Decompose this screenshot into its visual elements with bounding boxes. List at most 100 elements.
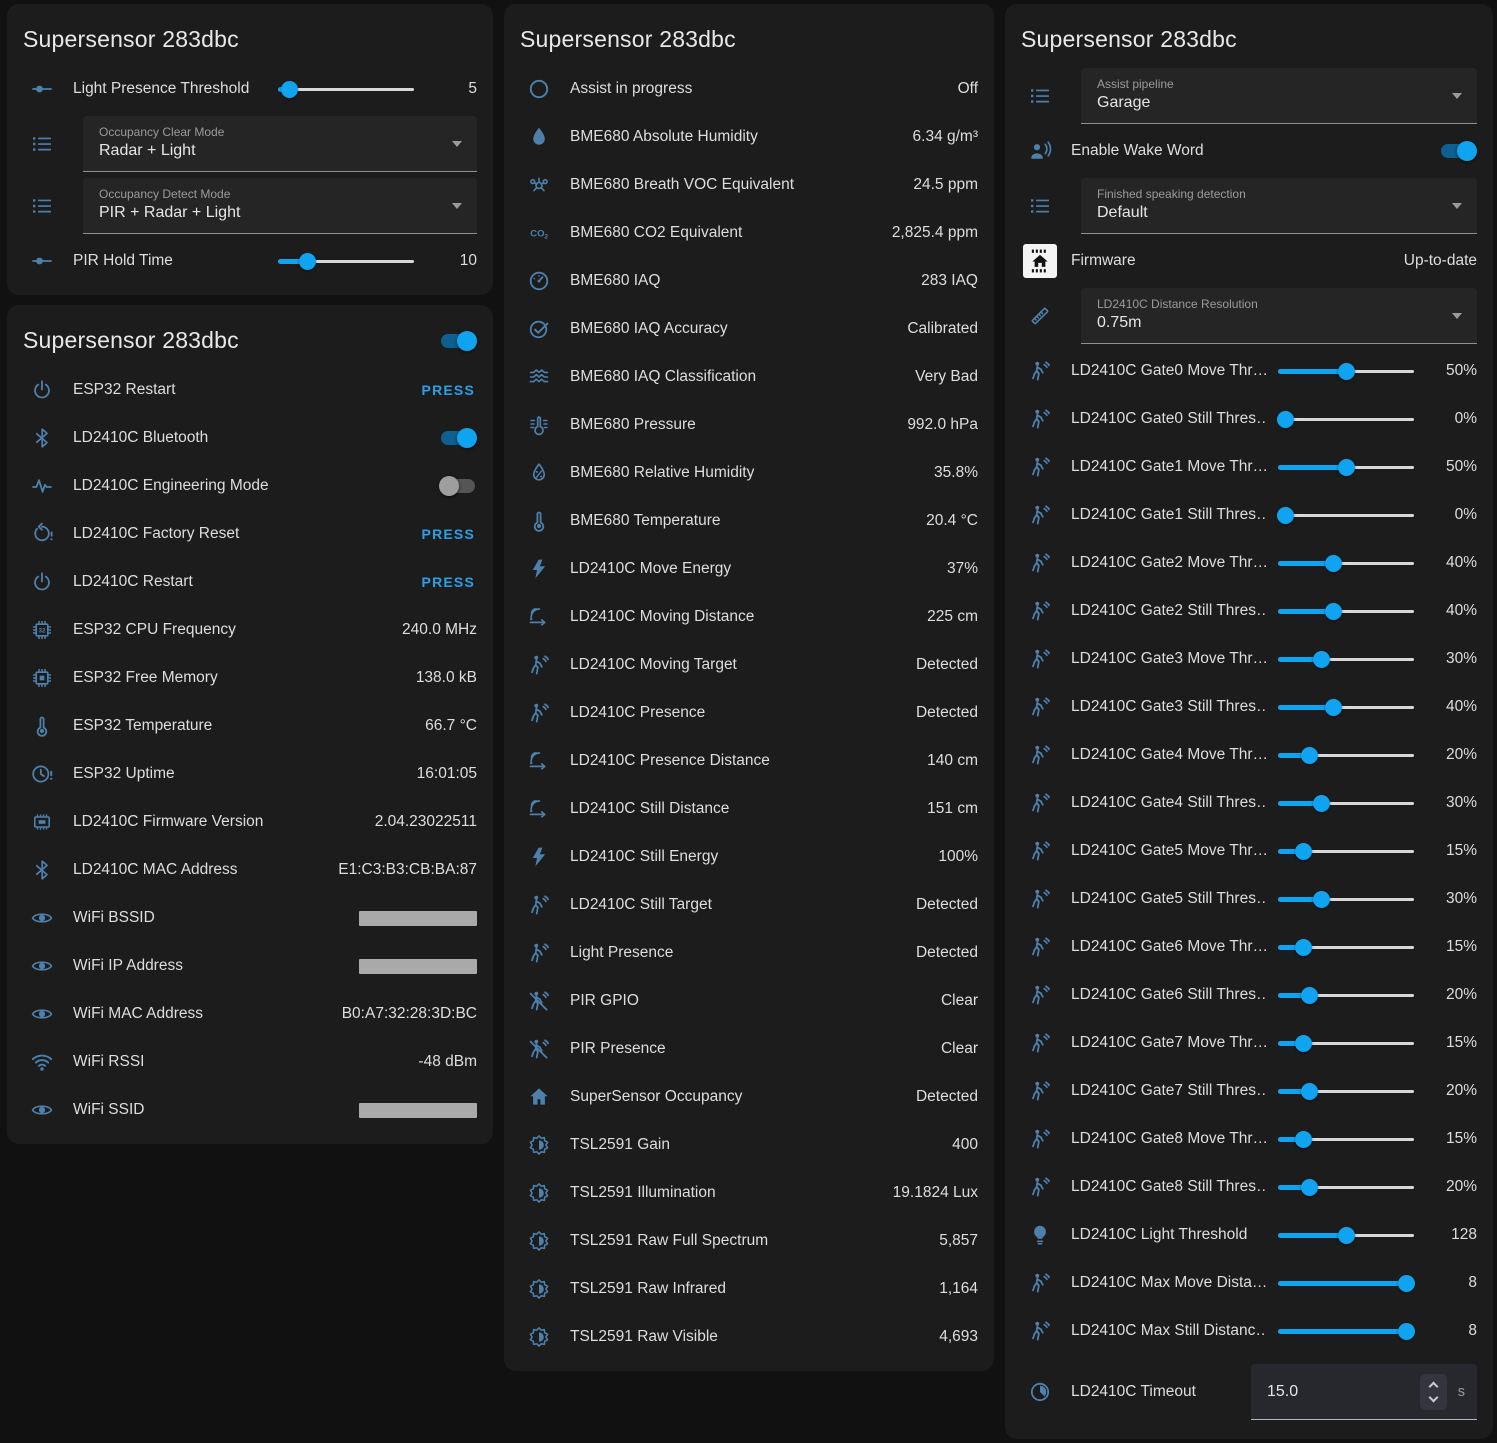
ld2410c-max-still-distanc-slider[interactable] — [1277, 1323, 1415, 1340]
ld2410c-gate7-move-thr-slider[interactable] — [1277, 1035, 1415, 1052]
ld2410c-gate4-still-thres-slider[interactable] — [1277, 795, 1415, 812]
ld2410c-gate3-move-thr-slider[interactable] — [1277, 651, 1415, 668]
row-ld2410c-moving-distance[interactable]: LD2410C Moving Distance225 cm — [504, 593, 994, 641]
row-ld2410c-still-target[interactable]: LD2410C Still TargetDetected — [504, 881, 994, 929]
slider-knob[interactable] — [1338, 1227, 1355, 1244]
row-ld2410c-gate4-move-thr[interactable]: LD2410C Gate4 Move Thr… 20% — [1005, 731, 1493, 779]
ld2410c-gate2-move-thr-slider[interactable] — [1277, 555, 1415, 572]
row-ld2410c-gate5-move-thr[interactable]: LD2410C Gate5 Move Thr… 15% — [1005, 827, 1493, 875]
ld2410c-bluetooth-toggle[interactable] — [439, 428, 477, 448]
ld2410c-gate5-still-thres-slider[interactable] — [1277, 891, 1415, 908]
row-ld2410c-gate8-move-thr[interactable]: LD2410C Gate8 Move Thr… 15% — [1005, 1115, 1493, 1163]
row-tsl2591-raw-visible[interactable]: TSL2591 Raw Visible4,693 — [504, 1313, 994, 1361]
esp32-restart-press-button[interactable]: PRESS — [420, 378, 477, 402]
row-bme680-absolute-humidity[interactable]: BME680 Absolute Humidity6.34 g/m³ — [504, 113, 994, 161]
row-ld2410c-gate2-move-thr[interactable]: LD2410C Gate2 Move Thr… 40% — [1005, 539, 1493, 587]
slider-knob[interactable] — [1313, 795, 1330, 812]
row-bme680-co2-equivalent[interactable]: CO2BME680 CO2 Equivalent2,825.4 ppm — [504, 209, 994, 257]
slider-knob[interactable] — [299, 253, 316, 270]
slider-knob[interactable] — [1277, 411, 1294, 428]
row-ld2410c-gate7-still-thres[interactable]: LD2410C Gate7 Still Thres… 20% — [1005, 1067, 1493, 1115]
ld2410c-light-threshold-slider[interactable] — [1277, 1227, 1415, 1244]
slider-knob[interactable] — [1398, 1323, 1415, 1340]
row-ld2410c-firmware-version[interactable]: LD2410C Firmware Version2.04.23022511 — [7, 798, 493, 846]
ld2410c-gate3-still-thres-slider[interactable] — [1277, 699, 1415, 716]
slider-knob[interactable] — [1295, 1131, 1312, 1148]
slider-knob[interactable] — [1338, 459, 1355, 476]
row-light-presence-threshold[interactable]: Light Presence Threshold 5 — [7, 65, 493, 113]
row-ld2410c-gate0-still-thres[interactable]: LD2410C Gate0 Still Thres… 0% — [1005, 395, 1493, 443]
row-ld2410c-factory-reset[interactable]: LD2410C Factory ResetPRESS — [7, 510, 493, 558]
ld2410c-restart-press-button[interactable]: PRESS — [420, 570, 477, 594]
row-ld2410c-gate0-move-thr[interactable]: LD2410C Gate0 Move Thr… 50% — [1005, 347, 1493, 395]
ld2410c-timeout-number-input[interactable]: 15.0 s — [1251, 1364, 1477, 1420]
row-ld2410c-presence-distance[interactable]: LD2410C Presence Distance140 cm — [504, 737, 994, 785]
ld2410c-gate6-move-thr-slider[interactable] — [1277, 939, 1415, 956]
row-esp32-uptime[interactable]: ESP32 Uptime16:01:05 — [7, 750, 493, 798]
pir-hold-time-slider[interactable] — [277, 253, 415, 270]
row-firmware[interactable]: FirmwareUp-to-date — [1005, 237, 1493, 285]
row-ld2410c-gate2-still-thres[interactable]: LD2410C Gate2 Still Thres… 40% — [1005, 587, 1493, 635]
ld2410c-factory-reset-press-button[interactable]: PRESS — [420, 522, 477, 546]
row-ld2410c-gate1-move-thr[interactable]: LD2410C Gate1 Move Thr… 50% — [1005, 443, 1493, 491]
ld2410c-max-move-dista-slider[interactable] — [1277, 1275, 1415, 1292]
row-tsl2591-raw-full-spectrum[interactable]: TSL2591 Raw Full Spectrum5,857 — [504, 1217, 994, 1265]
row-esp32-restart[interactable]: ESP32 RestartPRESS — [7, 366, 493, 414]
ld2410c-gate0-still-thres-slider[interactable] — [1277, 411, 1415, 428]
ld2410c-gate0-move-thr-slider[interactable] — [1277, 363, 1415, 380]
ld2410c-gate4-move-thr-slider[interactable] — [1277, 747, 1415, 764]
ld2410c-engineering-mode-toggle[interactable] — [439, 476, 477, 496]
slider-knob[interactable] — [1301, 1083, 1318, 1100]
row-bme680-breath-voc-equivalent[interactable]: BME680 Breath VOC Equivalent24.5 ppm — [504, 161, 994, 209]
slider-knob[interactable] — [1301, 987, 1318, 1004]
ld2410c-gate2-still-thres-slider[interactable] — [1277, 603, 1415, 620]
row-ld2410c-gate8-still-thres[interactable]: LD2410C Gate8 Still Thres… 20% — [1005, 1163, 1493, 1211]
row-tsl2591-illumination[interactable]: TSL2591 Illumination19.1824 Lux — [504, 1169, 994, 1217]
row-ld2410c-gate7-move-thr[interactable]: LD2410C Gate7 Move Thr… 15% — [1005, 1019, 1493, 1067]
row-ld2410c-gate3-move-thr[interactable]: LD2410C Gate3 Move Thr… 30% — [1005, 635, 1493, 683]
row-ld2410c-gate6-move-thr[interactable]: LD2410C Gate6 Move Thr… 15% — [1005, 923, 1493, 971]
slider-knob[interactable] — [1295, 843, 1312, 860]
occupancy-detect-mode-select[interactable]: Occupancy Detect Mode PIR + Radar + Ligh… — [83, 178, 477, 234]
slider-knob[interactable] — [1295, 1035, 1312, 1052]
row-bme680-iaq-classification[interactable]: BME680 IAQ ClassificationVery Bad — [504, 353, 994, 401]
ld2410c-gate1-move-thr-slider[interactable] — [1277, 459, 1415, 476]
ld2410c-gate1-still-thres-slider[interactable] — [1277, 507, 1415, 524]
row-wifi-mac-address[interactable]: WiFi MAC AddressB0:A7:32:28:3D:BC — [7, 990, 493, 1038]
slider-knob[interactable] — [1301, 747, 1318, 764]
row-wifi-ip-address[interactable]: WiFi IP Address — [7, 942, 493, 990]
row-bme680-temperature[interactable]: BME680 Temperature20.4 °C — [504, 497, 994, 545]
slider-knob[interactable] — [1398, 1275, 1415, 1292]
row-tsl2591-gain[interactable]: TSL2591 Gain400 — [504, 1121, 994, 1169]
row-ld2410c-max-still-distanc[interactable]: LD2410C Max Still Distanc… 8 — [1005, 1307, 1493, 1355]
row-ld2410c-still-energy[interactable]: LD2410C Still Energy100% — [504, 833, 994, 881]
row-ld2410c-moving-target[interactable]: LD2410C Moving TargetDetected — [504, 641, 994, 689]
stepper-control[interactable] — [1420, 1374, 1447, 1410]
ld2410c-gate8-move-thr-slider[interactable] — [1277, 1131, 1415, 1148]
slider-knob[interactable] — [1325, 555, 1342, 572]
row-esp32-free-memory[interactable]: ESP32 Free Memory138.0 kB — [7, 654, 493, 702]
row-esp32-temperature[interactable]: ESP32 Temperature66.7 °C — [7, 702, 493, 750]
number-value[interactable]: 15.0 — [1267, 1383, 1420, 1401]
row-ld2410c-mac-address[interactable]: LD2410C MAC AddressE1:C3:B3:CB:BA:87 — [7, 846, 493, 894]
row-ld2410c-light-threshold[interactable]: LD2410C Light Threshold 128 — [1005, 1211, 1493, 1259]
light-presence-threshold-slider[interactable] — [277, 81, 415, 98]
row-supersensor-occupancy[interactable]: SuperSensor OccupancyDetected — [504, 1073, 994, 1121]
row-ld2410c-restart[interactable]: LD2410C RestartPRESS — [7, 558, 493, 606]
row-ld2410c-gate6-still-thres[interactable]: LD2410C Gate6 Still Thres… 20% — [1005, 971, 1493, 1019]
slider-knob[interactable] — [1301, 1179, 1318, 1196]
row-ld2410c-gate3-still-thres[interactable]: LD2410C Gate3 Still Thres… 40% — [1005, 683, 1493, 731]
row-ld2410c-engineering-mode[interactable]: LD2410C Engineering Mode — [7, 462, 493, 510]
row-enable-wake-word[interactable]: Enable Wake Word — [1005, 127, 1493, 175]
row-wifi-ssid[interactable]: WiFi SSID — [7, 1086, 493, 1134]
ld2410c-gate6-still-thres-slider[interactable] — [1277, 987, 1415, 1004]
chevron-down-icon[interactable] — [1428, 1392, 1438, 1402]
row-bme680-iaq[interactable]: BME680 IAQ283 IAQ — [504, 257, 994, 305]
row-ld2410c-presence[interactable]: LD2410C PresenceDetected — [504, 689, 994, 737]
slider-knob[interactable] — [1313, 891, 1330, 908]
row-esp32-cpu-frequency[interactable]: 32ESP32 CPU Frequency240.0 MHz — [7, 606, 493, 654]
assist-pipeline-select[interactable]: Assist pipeline Garage — [1081, 68, 1477, 124]
chevron-up-icon[interactable] — [1428, 1381, 1438, 1391]
slider-knob[interactable] — [1295, 939, 1312, 956]
row-bme680-relative-humidity[interactable]: BME680 Relative Humidity35.8% — [504, 449, 994, 497]
